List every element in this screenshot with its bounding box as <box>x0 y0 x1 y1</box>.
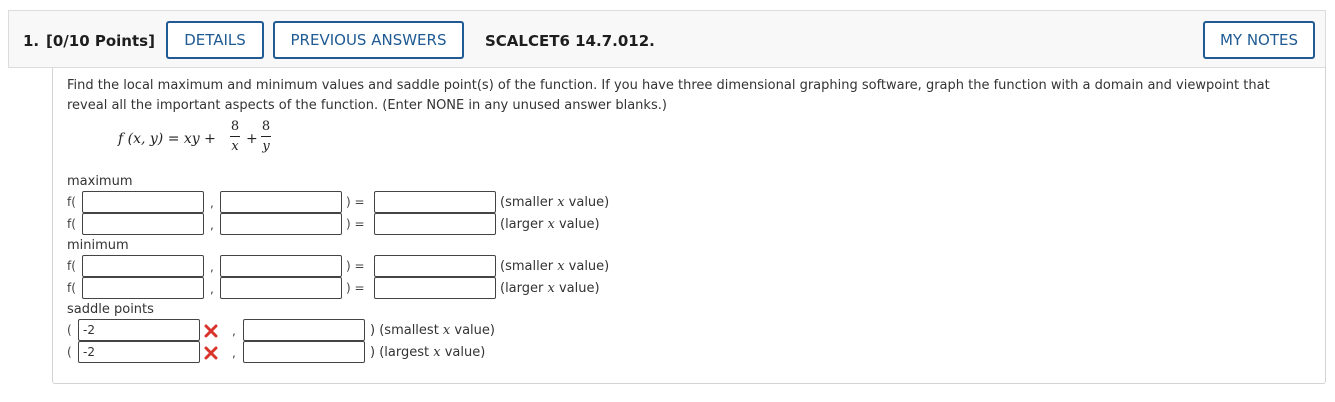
max2-x-input[interactable] <box>82 213 204 235</box>
min1-x-input[interactable] <box>82 255 204 277</box>
previous-answers-button[interactable]: PREVIOUS ANSWERS <box>273 21 464 59</box>
paren-open-label: ( <box>67 345 72 359</box>
smaller-x-note: (smaller x value) <box>500 259 610 274</box>
points-label: [0/10 Points] <box>46 32 155 50</box>
smallest-x-note: ) (smallest x value) <box>370 323 495 338</box>
fraction-2-numerator: 8 <box>261 119 271 134</box>
formula-fraction-2: 8 y <box>260 119 272 154</box>
max1-value-input[interactable] <box>374 191 496 213</box>
question-text-line1: Find the local maximum and minimum value… <box>67 78 1270 93</box>
my-notes-button[interactable]: MY NOTES <box>1203 21 1315 59</box>
comma-label: , <box>210 260 214 274</box>
comma-label: , <box>210 196 214 210</box>
formula-fraction-1: 8 x <box>229 119 241 154</box>
saddle1-x-input[interactable] <box>78 319 200 341</box>
min1-y-input[interactable] <box>220 255 342 277</box>
fraction-2-bar <box>261 136 271 137</box>
min2-y-input[interactable] <box>220 277 342 299</box>
largest-x-note: ) (largest x value) <box>370 345 486 360</box>
larger-x-note: (larger x value) <box>500 217 600 232</box>
question-header: 1. [0/10 Points] DETAILS PREVIOUS ANSWER… <box>8 10 1326 68</box>
formula-lhs: f (x, y) = xy + <box>118 131 216 147</box>
min1-value-input[interactable] <box>374 255 496 277</box>
saddle1-y-input[interactable] <box>243 319 365 341</box>
problem-id: SCALCET6 14.7.012. <box>485 32 655 50</box>
max2-y-input[interactable] <box>220 213 342 235</box>
fraction-1-numerator: 8 <box>230 119 240 134</box>
f-open-label: f( <box>67 259 76 273</box>
larger-x-note: (larger x value) <box>500 281 600 296</box>
f-open-label: f( <box>67 195 76 209</box>
question-number: 1. <box>23 32 40 50</box>
f-open-label: f( <box>67 217 76 231</box>
x-mark-icon <box>204 346 218 360</box>
min2-x-input[interactable] <box>82 277 204 299</box>
formula-plus: + <box>246 131 258 147</box>
max2-value-input[interactable] <box>374 213 496 235</box>
close-equals-label: ) = <box>346 259 365 273</box>
smaller-x-note: (smaller x value) <box>500 195 610 210</box>
close-equals-label: ) = <box>346 195 365 209</box>
min2-value-input[interactable] <box>374 277 496 299</box>
details-button[interactable]: DETAILS <box>166 21 264 59</box>
saddle2-x-input[interactable] <box>78 341 200 363</box>
fraction-1-denominator: x <box>231 139 239 154</box>
max1-x-input[interactable] <box>82 191 204 213</box>
x-mark-icon <box>204 324 218 338</box>
max1-y-input[interactable] <box>220 191 342 213</box>
comma-label: , <box>210 282 214 296</box>
comma-label: , <box>232 324 236 338</box>
maximum-heading: maximum <box>67 174 133 189</box>
question-text-line2: reveal all the important aspects of the … <box>67 98 667 113</box>
close-equals-label: ) = <box>346 217 365 231</box>
close-equals-label: ) = <box>346 281 365 295</box>
saddle2-y-input[interactable] <box>243 341 365 363</box>
comma-label: , <box>210 218 214 232</box>
paren-open-label: ( <box>67 323 72 337</box>
minimum-heading: minimum <box>67 238 129 253</box>
comma-label: , <box>232 346 236 360</box>
fraction-2-denominator: y <box>262 139 270 154</box>
fraction-1-bar <box>230 136 240 137</box>
f-open-label: f( <box>67 281 76 295</box>
saddle-points-heading: saddle points <box>67 302 154 317</box>
